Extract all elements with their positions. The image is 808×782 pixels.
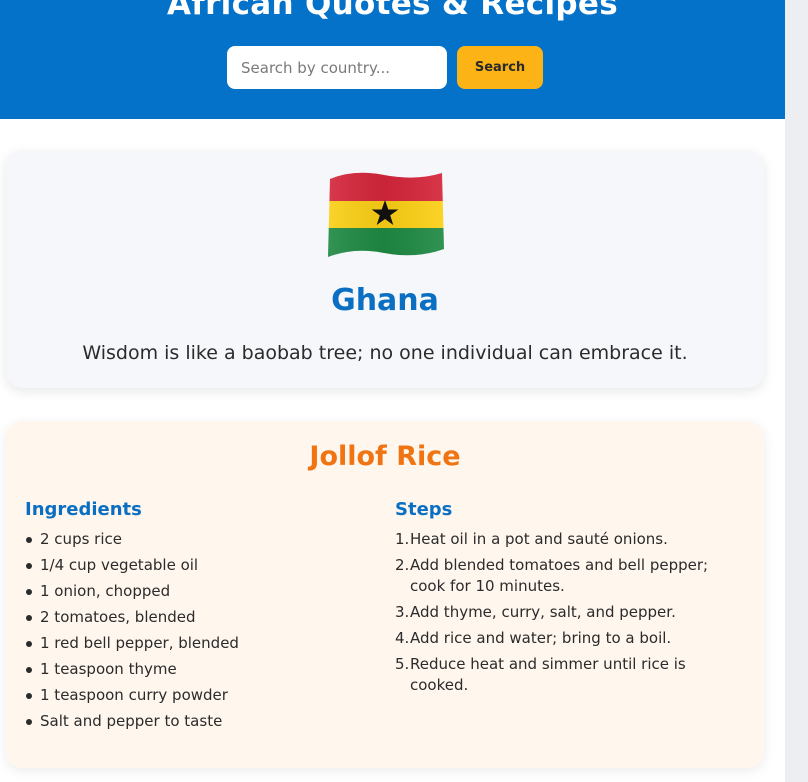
ingredient-item: 1 teaspoon thyme [25, 659, 365, 680]
step-item: 4. Add rice and water; bring to a boil. [395, 628, 740, 649]
ingredient-item: 1/4 cup vegetable oil [25, 555, 365, 576]
ingredient-item: 1 teaspoon curry powder [25, 685, 365, 706]
ingredient-item: 1 onion, chopped [25, 581, 365, 602]
recipe-title: Jollof Rice [309, 441, 461, 472]
ingredient-item: 1 red bell pepper, blended [25, 633, 365, 654]
step-number: 3. [395, 603, 410, 621]
step-text: Heat oil in a pot and sauté onions. [410, 530, 668, 548]
country-name: Ghana [331, 283, 439, 318]
step-text: Add thyme, curry, salt, and pepper. [410, 603, 676, 621]
ghana-flag-icon [328, 172, 444, 257]
step-text: Reduce heat and simmer until rice is coo… [410, 655, 686, 694]
search-input[interactable] [227, 46, 447, 89]
recipe-card: Jollof Rice Ingredients Steps 2 cups ric… [6, 421, 764, 768]
ingredients-heading: Ingredients [25, 499, 142, 520]
step-item: 5. Reduce heat and simmer until rice is c… [395, 654, 740, 696]
scrollbar-track[interactable] [785, 0, 808, 782]
steps-list: 1. Heat oil in a pot and sauté onions. 2.… [395, 529, 740, 701]
country-quote: Wisdom is like a baobab tree; no one ind… [82, 342, 688, 364]
ingredient-item: 2 tomatoes, blended [25, 607, 365, 628]
step-number: 4. [395, 629, 410, 647]
ingredients-list: 2 cups rice 1/4 cup vegetable oil 1 onio… [25, 529, 365, 737]
header: African Quotes & Recipes Search [0, 0, 785, 119]
step-number: 1. [395, 530, 410, 548]
step-number: 2. [395, 556, 410, 574]
step-item: 2. Add blended tomatoes and bell pepper; … [395, 555, 740, 597]
site-title: African Quotes & Recipes [167, 0, 618, 22]
country-card: Ghana Wisdom is like a baobab tree; no o… [6, 151, 764, 388]
step-item: 1. Heat oil in a pot and sauté onions. [395, 529, 740, 550]
steps-heading: Steps [395, 499, 453, 520]
step-number: 5. [395, 655, 410, 673]
ingredient-item: 2 cups rice [25, 529, 365, 550]
step-text: Add blended tomatoes and bell pepper; co… [410, 556, 709, 595]
page: African Quotes & Recipes Search by count… [0, 0, 785, 782]
ingredient-item: Salt and pepper to taste [25, 711, 365, 732]
step-item: 3. Add thyme, curry, salt, and pepper. [395, 602, 740, 623]
step-text: Add rice and water; bring to a boil. [410, 629, 672, 647]
search-button[interactable]: Search [457, 46, 543, 89]
